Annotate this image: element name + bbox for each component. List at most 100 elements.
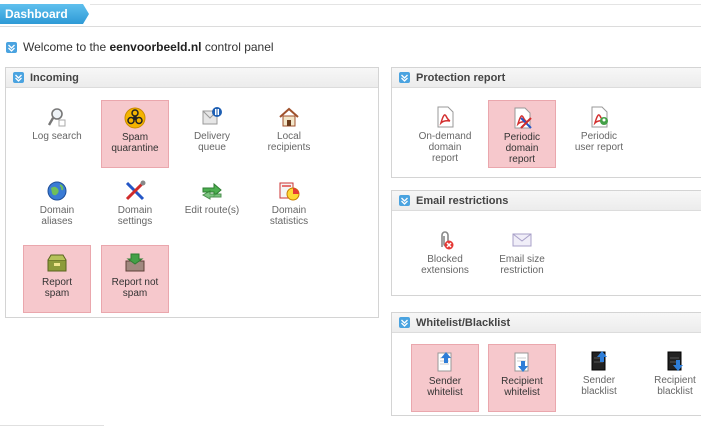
document-up-arrow-icon	[437, 352, 452, 372]
protection-panel-title: Protection report	[416, 71, 506, 84]
pdf-icon	[437, 106, 454, 128]
tile-label: recipients	[267, 142, 311, 153]
tile-label: Delivery	[193, 131, 231, 142]
tile-label: domain	[428, 142, 462, 153]
whitelist-panel-header[interactable]: Whitelist/Blacklist	[392, 313, 701, 333]
incoming-panel-header[interactable]: Incoming	[6, 68, 378, 88]
tile-label: quarantine	[111, 143, 159, 154]
edit-routes-tile[interactable]: Edit route(s)	[178, 174, 246, 242]
tile-label: statistics	[269, 216, 309, 227]
tile-label: restriction	[500, 265, 544, 276]
tile-label: report	[508, 154, 536, 165]
chevron-down-icon[interactable]	[399, 317, 410, 328]
dashboard-tab[interactable]: Dashboard	[0, 4, 90, 24]
tile-label: blacklist	[657, 386, 693, 397]
report-spam-tile[interactable]: Report spam	[23, 245, 91, 313]
biohazard-icon	[124, 107, 146, 129]
envelope-icon	[512, 233, 532, 247]
black-document-down-arrow-icon	[667, 351, 683, 371]
tile-label: Domain	[117, 205, 153, 216]
top-bar: Dashboard	[0, 0, 701, 27]
tile-label: user report	[574, 142, 624, 153]
chevron-down-icon[interactable]	[399, 195, 410, 206]
welcome-suffix: control panel	[201, 40, 274, 54]
document-down-arrow-icon	[514, 352, 529, 372]
whitelist-blacklist-panel: Whitelist/Blacklist Sender whitelist Rec…	[391, 312, 701, 416]
log-search-tile[interactable]: Log search	[23, 100, 91, 168]
route-arrows-icon	[201, 182, 222, 200]
not-spam-box-icon	[125, 253, 145, 272]
incoming-panel-title: Incoming	[30, 71, 79, 84]
on-demand-domain-report-tile[interactable]: On-demand domain report	[411, 100, 479, 168]
tile-label: Log search	[32, 131, 82, 142]
tile-label: Local	[277, 131, 301, 142]
chevron-down-icon[interactable]	[13, 72, 24, 83]
tile-label: extensions	[421, 265, 469, 276]
tile-label: Email size	[499, 254, 545, 265]
welcome-prefix: Welcome to the	[23, 40, 110, 54]
tile-label: whitelist	[504, 387, 540, 398]
tile-label: Recipient	[501, 376, 543, 387]
email-size-restriction-tile[interactable]: Email size restriction	[488, 223, 556, 291]
chevron-down-icon	[6, 41, 17, 53]
local-recipients-tile[interactable]: Local recipients	[255, 100, 323, 168]
welcome-domain: eenvoorbeeld.nl	[109, 40, 202, 54]
black-document-up-arrow-icon	[591, 351, 607, 371]
house-icon	[279, 107, 299, 127]
tile-label: whitelist	[427, 387, 463, 398]
tile-label: Periodic	[503, 132, 541, 143]
tile-label: Sender	[582, 375, 616, 386]
recipient-blacklist-tile[interactable]: Recipient blacklist	[641, 344, 701, 412]
whitelist-panel-title: Whitelist/Blacklist	[416, 316, 511, 329]
incoming-panel: Incoming Log search Spam quarantine Deli…	[5, 67, 379, 318]
queue-pause-icon	[202, 107, 222, 125]
footer-divider	[0, 425, 104, 426]
welcome-message: Welcome to the eenvoorbeeld.nl control p…	[6, 40, 274, 54]
top-divider	[90, 4, 701, 5]
tile-label: domain	[505, 143, 539, 154]
tile-label: Blocked	[427, 254, 463, 265]
restrictions-panel-title: Email restrictions	[416, 194, 509, 207]
spam-box-icon	[47, 254, 67, 272]
blocked-extensions-tile[interactable]: Blocked extensions	[411, 223, 479, 291]
tile-label: Edit route(s)	[184, 205, 240, 216]
pdf-user-icon	[591, 106, 608, 128]
sender-blacklist-tile[interactable]: Sender blacklist	[565, 344, 633, 412]
domain-settings-tile[interactable]: Domain settings	[101, 174, 169, 242]
tile-label: Domain	[39, 205, 75, 216]
tile-label: spam	[122, 288, 148, 299]
tile-label: queue	[198, 142, 226, 153]
tile-label: Report not	[111, 277, 159, 288]
periodic-domain-report-tile[interactable]: Periodic domain report	[488, 100, 556, 168]
spam-quarantine-tile[interactable]: Spam quarantine	[101, 100, 169, 168]
tile-label: aliases	[41, 216, 73, 227]
sender-whitelist-tile[interactable]: Sender whitelist	[411, 344, 479, 412]
statistics-icon	[279, 182, 300, 201]
domain-statistics-tile[interactable]: Domain statistics	[255, 174, 323, 242]
magnifier-icon	[47, 108, 66, 127]
protection-report-panel: Protection report On-demand domain repor…	[391, 67, 701, 178]
tile-label: Periodic	[580, 131, 618, 142]
email-restrictions-panel: Email restrictions Blocked extensions Em…	[391, 190, 701, 296]
tile-label: Domain	[271, 205, 307, 216]
globe-icon	[47, 181, 67, 201]
chevron-down-icon[interactable]	[399, 72, 410, 83]
tile-label: blacklist	[581, 386, 617, 397]
tile-label: settings	[117, 216, 153, 227]
tile-label: On-demand	[418, 131, 472, 142]
recipient-whitelist-tile[interactable]: Recipient whitelist	[488, 344, 556, 412]
domain-aliases-tile[interactable]: Domain aliases	[23, 174, 91, 242]
tile-label: Spam	[121, 132, 149, 143]
protection-panel-header[interactable]: Protection report	[392, 68, 701, 88]
tile-label: spam	[44, 288, 70, 299]
periodic-user-report-tile[interactable]: Periodic user report	[565, 100, 633, 168]
delivery-queue-tile[interactable]: Delivery queue	[178, 100, 246, 168]
tile-label: Report	[41, 277, 72, 288]
dashboard-title: Dashboard	[5, 7, 68, 21]
restrictions-panel-header[interactable]: Email restrictions	[392, 191, 701, 211]
report-not-spam-tile[interactable]: Report not spam	[101, 245, 169, 313]
tools-icon	[125, 180, 146, 201]
paperclip-blocked-icon	[441, 231, 454, 250]
tile-label: Sender	[428, 376, 462, 387]
tile-label: report	[431, 153, 459, 164]
